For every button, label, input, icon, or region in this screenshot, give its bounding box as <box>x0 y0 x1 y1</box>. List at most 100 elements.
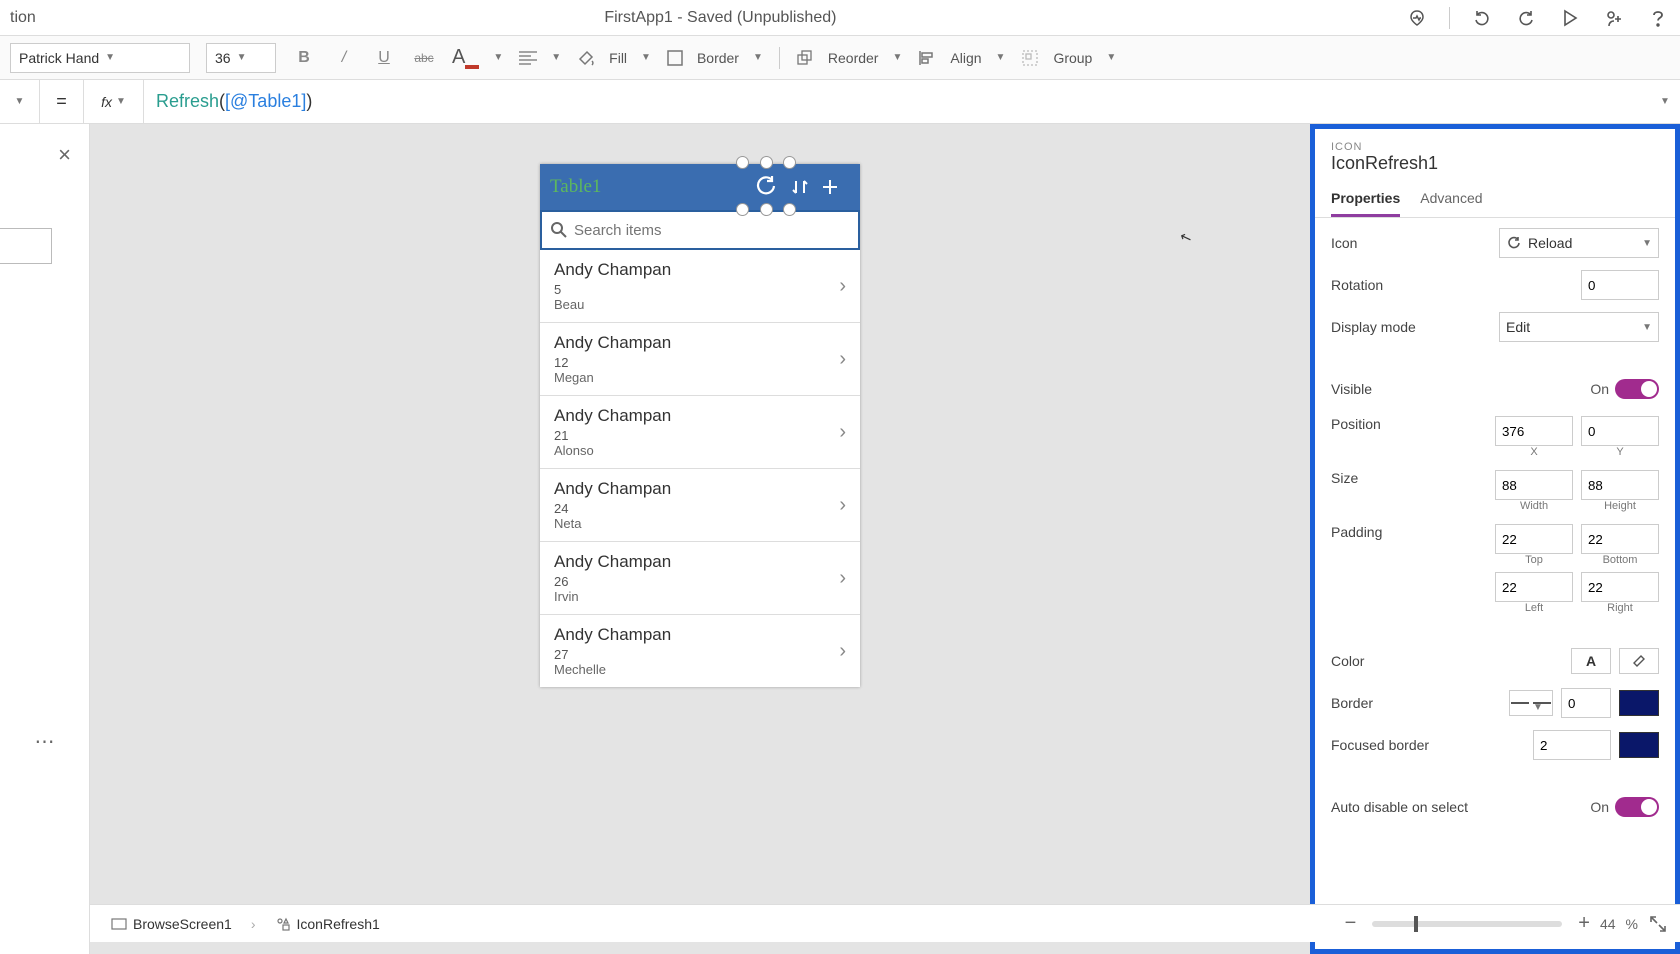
add-icon[interactable] <box>820 177 850 197</box>
zoom-value: 44 <box>1600 916 1616 932</box>
italic-button[interactable]: / <box>332 49 356 67</box>
chevron-right-icon: › <box>839 348 846 371</box>
prop-displaymode-label: Display mode <box>1331 319 1499 335</box>
object-type-label: ICON <box>1315 129 1675 153</box>
fill-button[interactable]: Fill ▼ <box>577 49 651 67</box>
prop-size-label: Size <box>1331 470 1495 486</box>
group-button[interactable]: Group ▼ <box>1021 49 1116 67</box>
prop-autodisable-label: Auto disable on select <box>1331 799 1590 815</box>
separator <box>779 47 780 69</box>
border-style-select[interactable]: ▼ <box>1509 690 1553 716</box>
fit-to-window-icon[interactable] <box>1648 914 1668 934</box>
breadcrumb-screen[interactable]: BrowseScreen1 <box>102 911 241 937</box>
align-button[interactable]: Align ▼ <box>918 49 1005 67</box>
help-icon[interactable] <box>1646 6 1670 30</box>
expand-formula-icon[interactable]: ▼ <box>1650 96 1680 107</box>
autodisable-toggle[interactable] <box>1615 797 1659 817</box>
border-color-swatch[interactable] <box>1619 690 1659 716</box>
chevron-right-icon: › <box>839 421 846 444</box>
close-panel-icon[interactable]: × <box>58 142 71 168</box>
list-item[interactable]: Andy Champan 5 Beau › <box>540 250 860 322</box>
padding-right-input[interactable] <box>1581 572 1659 602</box>
position-x-input[interactable] <box>1495 416 1573 446</box>
prop-visible-label: Visible <box>1331 381 1590 397</box>
icon-select[interactable]: Reload ▼ <box>1499 228 1659 258</box>
focused-border-swatch[interactable] <box>1619 732 1659 758</box>
chevron-down-icon: ▼ <box>105 52 115 63</box>
tab-properties[interactable]: Properties <box>1331 182 1400 217</box>
share-icon[interactable] <box>1602 6 1626 30</box>
font-color-indicator[interactable]: A <box>1571 648 1611 674</box>
screen-icon <box>111 918 127 930</box>
text-align-button[interactable]: ▼ <box>519 51 561 65</box>
list-item[interactable]: Andy Champan 27 Mechelle › <box>540 614 860 687</box>
resize-handle[interactable] <box>736 156 749 169</box>
chevron-down-icon: ▼ <box>551 52 561 63</box>
chevron-down-icon: ▼ <box>1642 322 1652 333</box>
property-dropdown[interactable]: ▼ <box>0 80 40 123</box>
resize-handle[interactable] <box>783 156 796 169</box>
color-picker-button[interactable] <box>1619 648 1659 674</box>
list-item[interactable]: Andy Champan 26 Irvin › <box>540 541 860 614</box>
list-item[interactable]: Andy Champan 24 Neta › <box>540 468 860 541</box>
chevron-down-icon: ▼ <box>1642 238 1652 249</box>
resize-handle[interactable] <box>760 203 773 216</box>
prop-icon-label: Icon <box>1331 235 1499 251</box>
play-icon[interactable] <box>1558 6 1582 30</box>
font-color-button[interactable]: A ▼ <box>452 46 503 69</box>
separator <box>1449 7 1450 29</box>
zoom-out-button[interactable]: − <box>1345 912 1357 935</box>
border-width-input[interactable] <box>1561 688 1611 718</box>
item-subtitle-1: 5 <box>554 282 839 297</box>
font-family-dropdown[interactable]: Patrick Hand ▼ <box>10 43 190 73</box>
size-width-input[interactable] <box>1495 470 1573 500</box>
resize-handle[interactable] <box>783 203 796 216</box>
overflow-icon[interactable]: ⋯ <box>35 729 55 754</box>
rotation-input[interactable] <box>1581 270 1659 300</box>
border-button[interactable]: Border ▼ <box>667 50 763 66</box>
prop-position-label: Position <box>1331 416 1495 432</box>
item-title: Andy Champan <box>554 406 839 426</box>
formula-bar: ▼ = fx▼ Refresh([@Table1]) ▼ <box>0 80 1680 124</box>
zoom-slider[interactable] <box>1372 921 1562 927</box>
strikethrough-button[interactable]: abc <box>412 51 436 65</box>
resize-handle[interactable] <box>736 203 749 216</box>
focused-border-input[interactable] <box>1533 730 1611 760</box>
visible-toggle[interactable] <box>1615 379 1659 399</box>
breadcrumb-control[interactable]: IconRefresh1 <box>266 911 389 937</box>
resize-handle[interactable] <box>760 156 773 169</box>
font-family-value: Patrick Hand <box>19 50 99 66</box>
item-subtitle-2: Alonso <box>554 443 839 458</box>
underline-button[interactable]: U <box>372 49 396 67</box>
padding-bottom-input[interactable] <box>1581 524 1659 554</box>
refresh-icon-selected[interactable] <box>742 162 790 210</box>
search-input[interactable] <box>0 228 52 264</box>
undo-icon[interactable] <box>1470 6 1494 30</box>
chevron-down-icon: ▼ <box>1106 52 1116 63</box>
app-title-label: Table1 <box>550 176 742 198</box>
list-item[interactable]: Andy Champan 21 Alonso › <box>540 395 860 468</box>
font-size-dropdown[interactable]: 36 ▼ <box>206 43 276 73</box>
breadcrumb-separator: › <box>251 916 256 932</box>
chevron-down-icon: ▼ <box>753 52 763 63</box>
padding-top-input[interactable] <box>1495 524 1573 554</box>
search-items-input[interactable] <box>568 222 850 239</box>
list-item[interactable]: Andy Champan 12 Megan › <box>540 322 860 395</box>
padding-left-input[interactable] <box>1495 572 1573 602</box>
tab-advanced[interactable]: Advanced <box>1420 182 1482 217</box>
reorder-button[interactable]: Reorder ▼ <box>796 49 903 67</box>
fx-button[interactable]: fx▼ <box>84 80 144 123</box>
position-y-input[interactable] <box>1581 416 1659 446</box>
design-canvas[interactable]: Table1 <box>90 124 1310 954</box>
bold-button[interactable]: B <box>292 49 316 67</box>
redo-icon[interactable] <box>1514 6 1538 30</box>
health-check-icon[interactable] <box>1405 6 1429 30</box>
zoom-in-button[interactable]: + <box>1578 912 1590 935</box>
formula-input[interactable]: Refresh([@Table1]) <box>144 91 1650 112</box>
chevron-right-icon: › <box>839 275 846 298</box>
size-height-input[interactable] <box>1581 470 1659 500</box>
sort-icon[interactable] <box>790 177 820 197</box>
item-subtitle-2: Beau <box>554 297 839 312</box>
font-size-value: 36 <box>215 50 231 66</box>
displaymode-select[interactable]: Edit ▼ <box>1499 312 1659 342</box>
